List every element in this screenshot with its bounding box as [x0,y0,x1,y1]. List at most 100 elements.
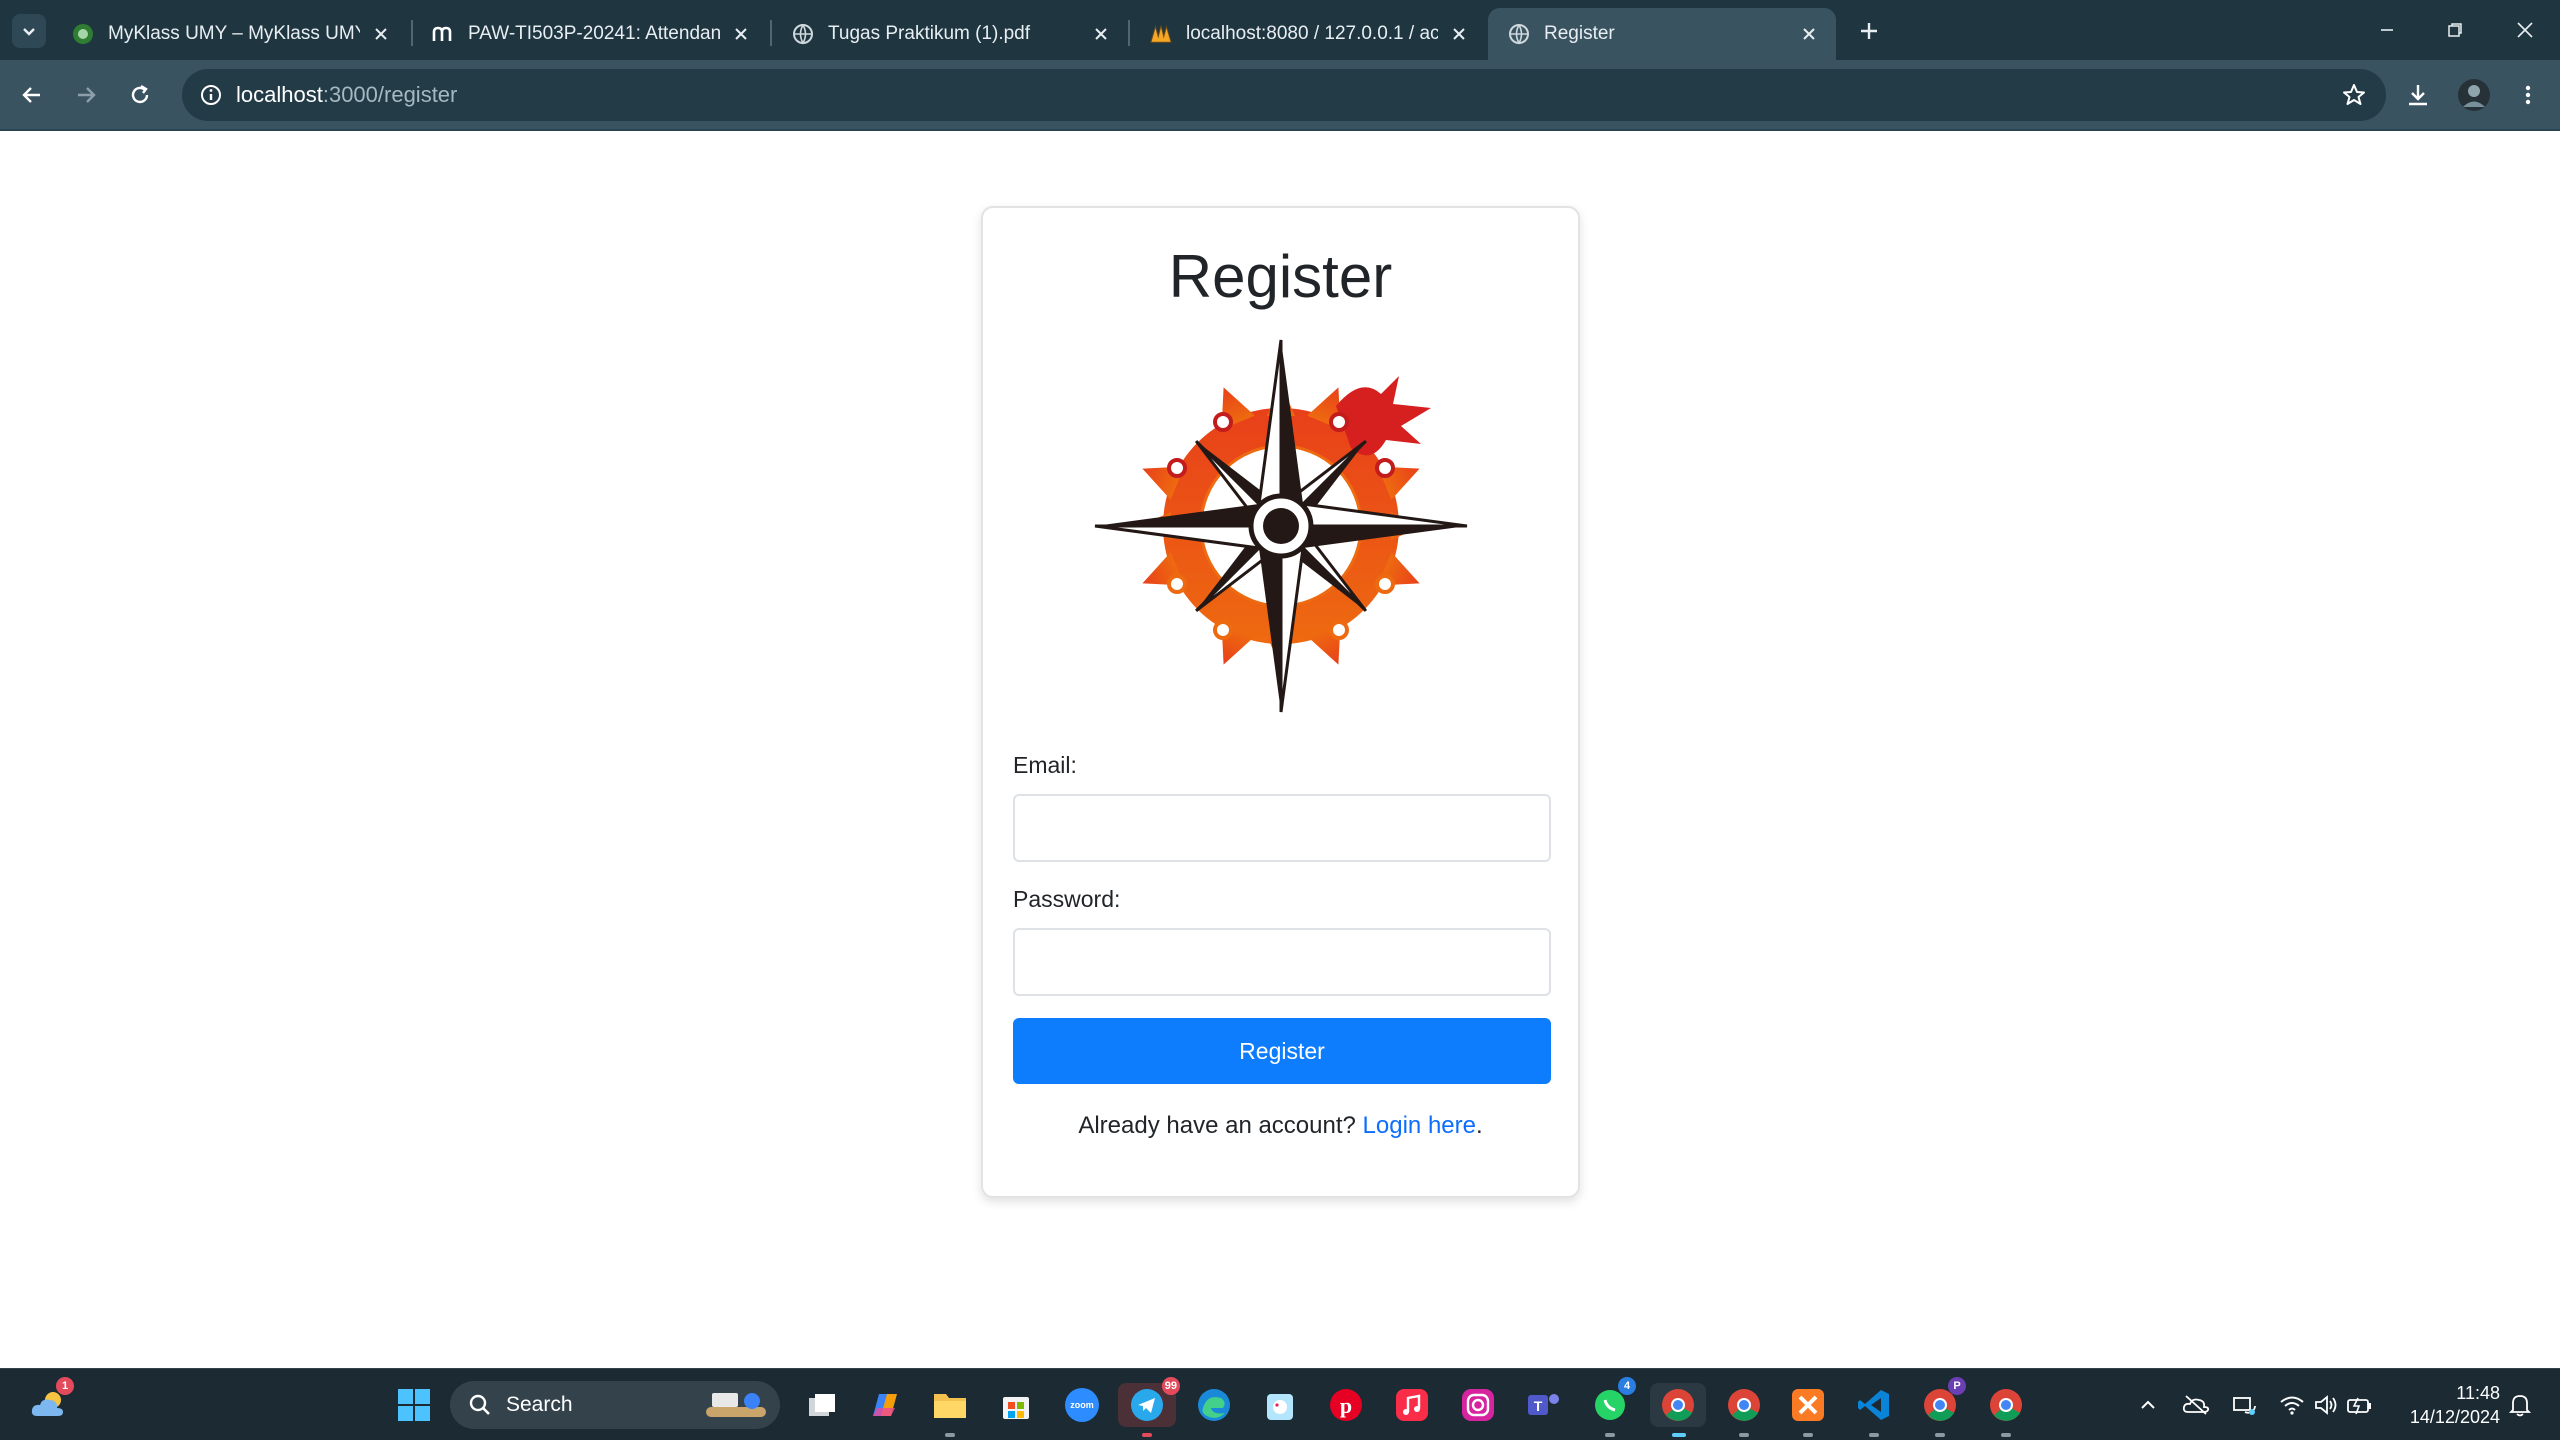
paint-app[interactable] [1258,1383,1302,1427]
downloads-button[interactable] [2398,75,2438,115]
store-icon [1003,1397,1029,1419]
cloud-off-icon [2182,1395,2210,1415]
teams-app[interactable]: T [1522,1383,1566,1427]
chrome-profile-app-third[interactable] [1984,1383,2028,1437]
back-button[interactable] [12,75,52,115]
tab-moodle-attendance[interactable]: PAW-TI503P-20241: Attendance [412,8,768,60]
edge-icon [1198,1389,1230,1421]
address-bar[interactable]: localhost:3000/register [182,69,2386,121]
tab-myklass[interactable]: MyKlass UMY – MyKlass UMY [52,8,408,60]
bookmark-star-icon[interactable] [2334,75,2374,115]
password-field[interactable] [1013,928,1551,996]
task-view-icon [809,1394,835,1416]
restore-icon [2448,23,2462,37]
onedrive-tray[interactable] [2182,1391,2210,1419]
profile-button[interactable] [2454,75,2494,115]
volume-tray[interactable] [2312,1391,2340,1419]
close-icon[interactable] [1446,21,1472,47]
tab-title: localhost:8080 / 127.0.0.1 / acc [1186,23,1438,44]
tab-title: Register [1544,23,1615,44]
sync-tray[interactable] [2230,1391,2258,1419]
reload-icon [131,84,149,104]
whatsapp-badge: 4 [1618,1377,1636,1395]
weather-widget[interactable]: 1 [26,1377,74,1427]
moodle-favicon-icon [432,23,454,45]
wifi-tray[interactable] [2278,1391,2306,1419]
show-hidden-icons[interactable] [2134,1391,2162,1419]
close-icon[interactable] [1796,21,1822,47]
login-link[interactable]: Login here [1363,1112,1476,1139]
globe-icon [1508,23,1530,45]
task-view-button[interactable] [800,1383,844,1427]
login-suffix: . [1475,1112,1483,1139]
pinterest-app[interactable]: p [1324,1383,1368,1427]
compass-rose-logo [1094,339,1468,713]
battery-icon [2347,1397,2371,1415]
file-explorer-app[interactable] [928,1383,972,1437]
plus-icon [1861,23,1877,39]
edge-app[interactable] [1192,1383,1236,1427]
telegram-icon [1131,1389,1163,1421]
close-icon[interactable] [368,21,394,47]
minimize-button[interactable] [2362,10,2412,50]
arrow-left-icon [22,87,40,103]
site-info-icon[interactable] [186,69,236,121]
vscode-app[interactable] [1852,1383,1896,1437]
svg-text:T: T [1534,1398,1543,1414]
windows-icon [398,1389,430,1421]
close-icon[interactable] [1088,21,1114,47]
forward-button[interactable] [66,75,106,115]
chrome-icon [1990,1389,2022,1421]
taskbar-search[interactable]: Search [450,1381,780,1429]
microsoft-store-app[interactable] [994,1383,1038,1427]
telegram-app[interactable]: 99 [1118,1377,1180,1437]
system-clock[interactable]: 11:48 14/12/2024 [2390,1381,2500,1429]
running-indicator [1869,1433,1879,1437]
close-window-button[interactable] [2500,10,2550,50]
close-icon[interactable] [728,21,754,47]
email-field[interactable] [1013,794,1551,862]
login-prompt: Already have an account? Login here. [983,1112,1578,1140]
apple-music-app[interactable] [1390,1383,1434,1427]
tab-phpmyadmin[interactable]: localhost:8080 / 127.0.0.1 / acc [1130,8,1486,60]
svg-text:p: p [1340,1393,1352,1418]
browser-toolbar: localhost:3000/register [0,60,2560,130]
copilot-app[interactable] [862,1383,906,1427]
start-button[interactable] [392,1383,436,1427]
download-icon [2409,85,2427,106]
register-button[interactable]: Register [1013,1018,1551,1084]
running-indicator [1935,1433,1945,1437]
xampp-app[interactable] [1786,1383,1830,1437]
login-prompt-text: Already have an account? [1078,1112,1356,1139]
running-indicator [945,1433,955,1437]
battery-tray[interactable] [2346,1391,2374,1419]
speaker-icon [2315,1395,2337,1415]
chrome-icon [1662,1389,1694,1421]
chrome-app-active[interactable] [1650,1383,1706,1437]
arrow-right-icon [78,87,96,103]
running-indicator [1803,1433,1813,1437]
notifications-button[interactable] [2506,1391,2534,1419]
more-vertical-icon [2525,85,2531,105]
weather-badge: 1 [56,1377,74,1395]
reload-button[interactable] [120,75,160,115]
tab-register[interactable]: Register [1488,8,1836,60]
running-indicator [1605,1433,1615,1437]
zoom-app[interactable]: zoom [1060,1383,1104,1427]
menu-button[interactable] [2508,75,2548,115]
zoom-icon: zoom [1065,1388,1099,1422]
tab-pdf[interactable]: Tugas Praktikum (1).pdf [772,8,1128,60]
restore-button[interactable] [2430,10,2480,50]
tab-search-button[interactable] [12,14,46,48]
chrome-app-second[interactable] [1722,1383,1766,1437]
password-label: Password: [1013,886,1121,912]
instagram-app[interactable] [1456,1383,1500,1427]
tab-strip: MyKlass UMY – MyKlass UMY PAW-TI503P-202… [0,0,2560,60]
whatsapp-app[interactable]: 4 [1588,1377,1636,1437]
clock-date: 14/12/2024 [2409,1407,2500,1427]
chrome-profile-app[interactable]: P [1918,1377,1966,1437]
instagram-icon [1462,1389,1494,1421]
search-highlight-icon [706,1393,766,1417]
tab-title: PAW-TI503P-20241: Attendance [468,23,720,44]
new-tab-button[interactable] [1852,14,1886,48]
